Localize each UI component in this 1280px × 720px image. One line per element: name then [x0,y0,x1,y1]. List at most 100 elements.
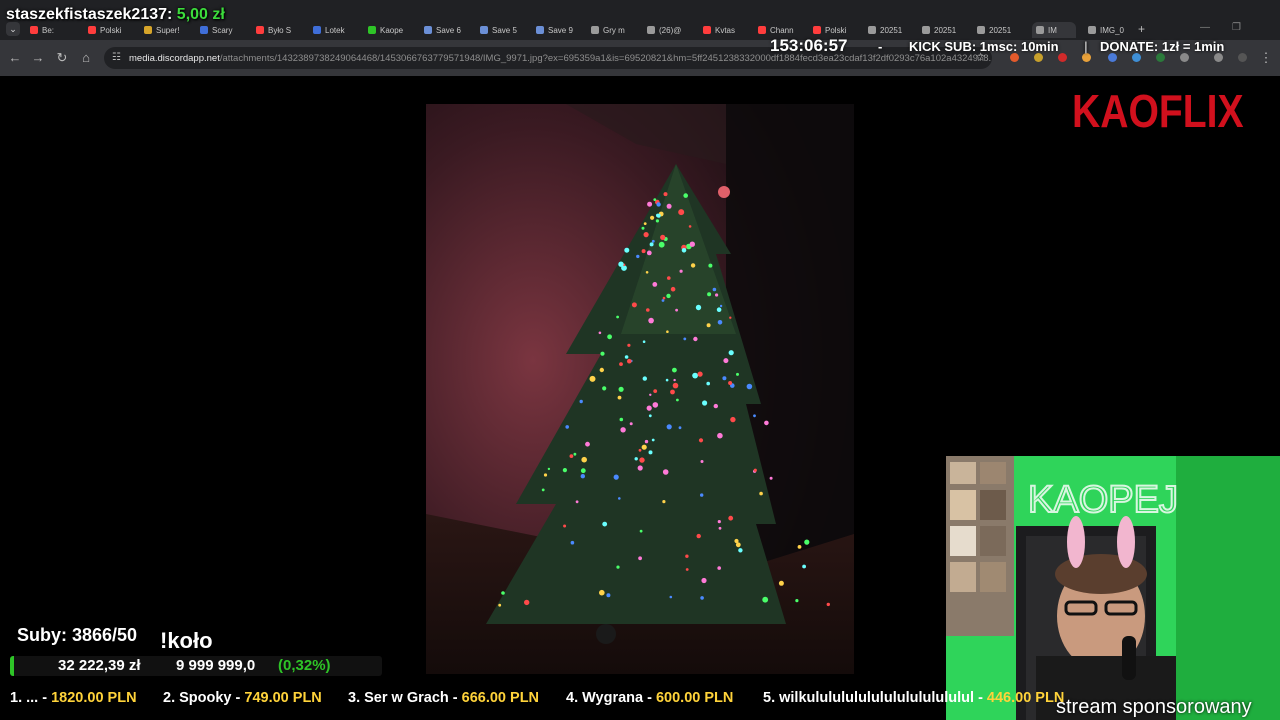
browser-tab[interactable]: Scary [200,22,250,38]
tree-light [672,382,679,389]
tree-light [585,441,590,447]
reload-button[interactable]: ↻ [54,50,70,66]
browser-tab[interactable]: Polski [88,22,138,38]
tree-light [639,457,645,463]
browser-tab[interactable]: Lotek [313,22,363,38]
extensions-puzzle-icon[interactable] [1180,53,1189,62]
tree-light [688,225,692,228]
tree-light [764,420,769,426]
tree-light [646,250,652,256]
tree-light [670,286,676,292]
minimize-icon[interactable]: — [1200,22,1210,33]
tree-light [660,234,666,240]
browser-tab[interactable]: 20251 [868,22,918,38]
site-info-icon[interactable]: ☷ [112,52,121,63]
tree-light [606,593,611,598]
url-path: /attachments/1432389738249064468/1453066… [219,52,992,64]
browser-menu-icon[interactable]: ⋮ [1258,50,1274,66]
forward-button[interactable]: → [30,50,46,65]
tree-light [701,577,707,584]
tree-light [498,603,502,607]
tree-light [616,315,619,319]
tree-light [696,533,701,539]
maximize-icon[interactable]: ❐ [1232,22,1241,33]
url-host: media.discordapp.net [129,52,220,64]
tree-light [678,426,682,430]
tree-light [728,515,734,521]
tab-label: 20251 [934,25,957,35]
tree-light [707,292,712,297]
tree-light [667,276,671,280]
tree-light [693,336,698,342]
tab-search-button[interactable]: ⌄ [6,22,20,36]
tree-light [573,452,577,456]
tree-light [717,520,721,524]
extension-icon[interactable] [1058,53,1067,62]
tree-light [746,383,753,390]
tree-light [656,213,660,218]
browser-tab[interactable]: Kvtas [703,22,753,38]
tree-light [729,316,732,319]
profile-avatar[interactable] [1238,53,1247,62]
browser-tab[interactable]: 20251 [977,22,1027,38]
tab-label: Save 9 [548,25,573,35]
extension-icon[interactable] [1156,53,1165,62]
tree-light [616,565,620,569]
tree-light [663,192,668,197]
browser-tab[interactable]: Kaope [368,22,418,38]
tree-light [602,386,607,391]
tree-light [690,263,696,268]
donor-rank-name: 2. Spooky - [163,690,245,706]
browser-tab[interactable]: Save 9 [536,22,586,38]
browser-tab[interactable]: 20251 [922,22,972,38]
extension-icon[interactable] [1082,53,1091,62]
timer-dash: - [878,39,883,54]
back-button[interactable]: ← [7,50,23,65]
reading-list-icon[interactable] [1214,53,1223,62]
tree-light [638,556,642,561]
ticker-entry: 3. Ser w Grach - 666.00 PLN [348,690,539,706]
tree-light [666,330,669,333]
tree-light [643,222,647,225]
tree-light [618,261,624,267]
tree-light [675,308,678,312]
browser-tab[interactable]: Gry m [591,22,641,38]
tree-light [753,468,757,472]
tree-light [646,405,652,411]
extension-icon[interactable] [1108,53,1117,62]
browser-tab[interactable]: Save 6 [424,22,474,38]
browser-tab[interactable]: IMG_0 [1088,22,1138,38]
tree-light [662,296,666,300]
tree-light [562,468,567,473]
extension-icon[interactable] [1010,53,1019,62]
browser-tab[interactable]: (26)@ [647,22,697,38]
tree-light [599,589,605,596]
donate-rate: DONATE: 1zł = 1min [1100,39,1225,54]
address-bar[interactable]: ☷ media.discordapp.net /attachments/1432… [104,47,992,69]
tab-label: Chann [770,25,794,35]
donor-amount: 666.00 PLN [461,690,540,706]
browser-tab[interactable]: Save 5 [480,22,530,38]
browser-tab[interactable]: IM [1032,22,1076,38]
extension-icon[interactable] [1132,53,1141,62]
tab-favicon-icon [368,26,376,34]
tree-light [712,287,717,292]
tree-light [543,473,548,477]
tab-favicon-icon [1088,26,1096,34]
tab-label: Save 6 [436,25,461,35]
tree-light [563,524,567,528]
subs-counter: Suby: 3866/50 [17,625,138,645]
browser-tab[interactable]: Super! [144,22,194,38]
browser-tab[interactable]: Be: [30,22,80,38]
tab-favicon-icon [424,26,432,34]
extension-icon[interactable] [1034,53,1043,62]
tree-light [637,465,643,471]
home-button[interactable]: ⌂ [78,50,94,65]
browser-tab[interactable]: Było S [256,22,306,38]
new-tab-button[interactable]: + [1138,22,1145,36]
tree-light [541,488,545,492]
tree-light [735,542,741,548]
tree-light [753,414,756,418]
kaoflix-logo: KAOFLIX [1072,85,1244,137]
tab-label: (26)@ [659,25,682,35]
